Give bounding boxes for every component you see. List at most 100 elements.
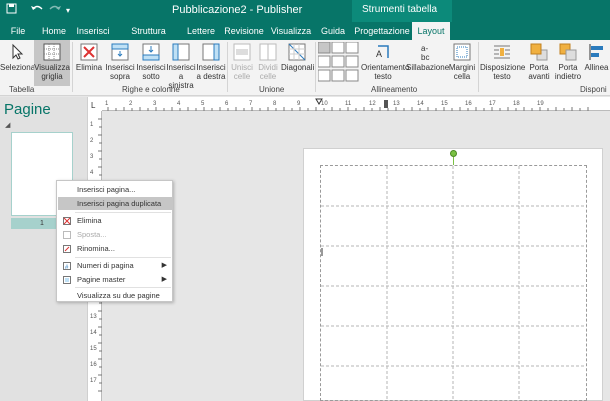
ribbon-separator bbox=[227, 42, 228, 92]
menu-item-elimina[interactable]: Elimina bbox=[58, 214, 172, 227]
inserisci-sotto-button[interactable]: Inserisci sotto bbox=[136, 40, 166, 86]
unisci-celle-button[interactable]: Unisci celle bbox=[229, 40, 255, 86]
tab-lettere[interactable]: Lettere bbox=[184, 22, 218, 40]
menu-separator bbox=[75, 212, 171, 213]
cell-alignment-icon[interactable] bbox=[317, 41, 360, 82]
customize-qat-icon[interactable]: ▾ bbox=[66, 6, 70, 15]
svg-text:bc: bc bbox=[421, 53, 429, 61]
ruler-label: 2 bbox=[90, 138, 94, 144]
master-pages-icon bbox=[63, 276, 71, 284]
diagonali-button[interactable]: Diagonali bbox=[281, 40, 314, 86]
insert-right-icon bbox=[202, 43, 220, 61]
select-cursor-icon bbox=[12, 43, 24, 60]
rename-icon bbox=[63, 245, 71, 253]
menu-item-visualizza-due-pagine[interactable]: Visualizza su due pagine bbox=[58, 289, 172, 302]
page-numbers-icon: # bbox=[63, 262, 71, 270]
seleziona-button[interactable]: Seleziona bbox=[0, 40, 35, 86]
margini-cella-button[interactable]: Margini cella bbox=[448, 40, 476, 86]
ruler-label: 4 bbox=[90, 170, 94, 176]
wrap-text-icon bbox=[494, 45, 510, 59]
group-label-righe-colonne: Righe e colonne bbox=[122, 85, 180, 94]
rotation-handle[interactable] bbox=[450, 150, 457, 157]
menu-item-rinomina[interactable]: Rinomina... bbox=[58, 242, 172, 255]
tab-struttura-pagina[interactable]: Struttura pagina bbox=[117, 22, 180, 54]
merge-cells-icon bbox=[233, 43, 251, 61]
diagonals-icon bbox=[288, 43, 306, 61]
insert-below-icon bbox=[142, 43, 160, 61]
tab-inserisci[interactable]: Inserisci bbox=[74, 22, 112, 40]
ruler-label: 5 bbox=[201, 101, 205, 107]
tab-progettazione[interactable]: Progettazione bbox=[354, 22, 410, 40]
insert-above-icon bbox=[111, 43, 129, 61]
dividi-celle-button[interactable]: Dividi celle bbox=[255, 40, 281, 86]
submenu-arrow-icon: ▶ bbox=[161, 262, 167, 269]
undo-icon[interactable] bbox=[30, 3, 44, 17]
porta-indietro-button[interactable]: Porta indietro bbox=[554, 40, 582, 86]
group-label-allineamento: Allineamento bbox=[371, 85, 418, 94]
ruler-label: 18 bbox=[513, 101, 520, 107]
save-icon[interactable] bbox=[6, 3, 17, 17]
ruler-label: 1 bbox=[105, 101, 109, 107]
inserisci-sopra-button[interactable]: Inserisci sopra bbox=[105, 40, 135, 86]
ruler-label: 2 bbox=[129, 101, 133, 107]
ruler-label: 6 bbox=[225, 101, 229, 107]
pages-pane-title: Pagine bbox=[4, 101, 51, 118]
context-menu: Inserisci pagina... Inserisci pagina dup… bbox=[56, 180, 173, 302]
ribbon-separator bbox=[315, 42, 316, 92]
orientamento-testo-button[interactable]: A Orientamento testo bbox=[361, 40, 409, 86]
ruler-label: 1 bbox=[90, 122, 94, 128]
allinea-button[interactable]: Allinea bbox=[583, 40, 610, 86]
title-bar: ▾ Pubblicazione2 - Publisher Strumenti t… bbox=[0, 0, 610, 40]
ruler-label: 3 bbox=[153, 101, 157, 107]
publisher-window: ▾ Pubblicazione2 - Publisher Strumenti t… bbox=[0, 0, 610, 401]
send-backward-icon bbox=[559, 43, 577, 61]
sillabazione-button[interactable]: a-bc Sillabazione bbox=[406, 40, 449, 86]
ruler-label: 17 bbox=[489, 101, 496, 107]
table-gridlines bbox=[321, 166, 586, 400]
inserisci-a-sinistra-button[interactable]: Inserisci a sinistra bbox=[166, 40, 196, 90]
elimina-button[interactable]: Elimina bbox=[74, 40, 104, 86]
horizontal-ruler-ticks: L 1 2 3 4 5 6 7 8 9 10 11 12 13 14 15 16 17 18 19 bbox=[88, 97, 589, 111]
ruler-label: 9 bbox=[297, 101, 301, 107]
visualizza-griglia-button[interactable]: Visualizza griglia bbox=[34, 40, 70, 86]
ruler-label: 10 bbox=[321, 101, 328, 107]
menu-item-numeri-pagina[interactable]: # Numeri di pagina ▶ bbox=[58, 259, 172, 272]
menu-item-inserisci-pagina-duplicata[interactable]: Inserisci pagina duplicata bbox=[58, 197, 172, 210]
tab-home[interactable]: Home bbox=[38, 22, 70, 40]
horizontal-ruler[interactable]: L 1 2 3 4 5 6 7 8 9 10 11 12 13 14 15 16 17 18 19 bbox=[88, 97, 610, 111]
menu-item-sposta[interactable]: Sposta... bbox=[58, 228, 172, 241]
group-label-disponi: Disponi bbox=[580, 85, 607, 94]
ruler-label: 14 bbox=[417, 101, 424, 107]
inserisci-a-destra-button[interactable]: Inserisci a destra bbox=[196, 40, 226, 86]
redo-icon[interactable] bbox=[48, 3, 62, 17]
ruler-label: 3 bbox=[90, 154, 94, 160]
menu-separator bbox=[75, 257, 171, 258]
ruler-label: 12 bbox=[369, 101, 376, 107]
tab-revisione[interactable]: Revisione bbox=[223, 22, 265, 40]
ruler-label: 7 bbox=[249, 101, 253, 107]
collapse-icon[interactable]: ◢ bbox=[5, 121, 10, 129]
ruler-label: 4 bbox=[177, 101, 181, 107]
ruler-label: 14 bbox=[90, 330, 97, 336]
menu-item-pagine-master[interactable]: Pagine master ▶ bbox=[58, 273, 172, 286]
ribbon-separator bbox=[72, 42, 73, 92]
delete-page-icon bbox=[63, 217, 71, 225]
alignment-grid bbox=[317, 41, 360, 82]
split-cells-icon bbox=[259, 43, 277, 61]
table-object[interactable] bbox=[320, 165, 587, 401]
hyphenation-icon: a-bc bbox=[421, 44, 429, 61]
move-page-icon bbox=[63, 231, 71, 239]
window-title: Pubblicazione2 - Publisher bbox=[172, 4, 303, 16]
svg-text:a-: a- bbox=[421, 44, 428, 53]
porta-avanti-button[interactable]: Porta avanti bbox=[525, 40, 553, 86]
ruler-label: 15 bbox=[90, 346, 97, 352]
tab-visualizza[interactable]: Visualizza bbox=[270, 22, 312, 40]
menu-item-inserisci-pagina[interactable]: Inserisci pagina... bbox=[58, 183, 172, 196]
text-direction-icon: A bbox=[376, 45, 389, 59]
tab-file[interactable]: File bbox=[6, 22, 30, 40]
tab-layout[interactable]: Layout bbox=[412, 22, 450, 40]
view-gridlines-icon bbox=[43, 43, 61, 61]
disposizione-testo-button[interactable]: Disposizione testo bbox=[480, 40, 525, 86]
svg-text:A: A bbox=[376, 49, 382, 59]
tab-guida[interactable]: Guida bbox=[318, 22, 348, 40]
